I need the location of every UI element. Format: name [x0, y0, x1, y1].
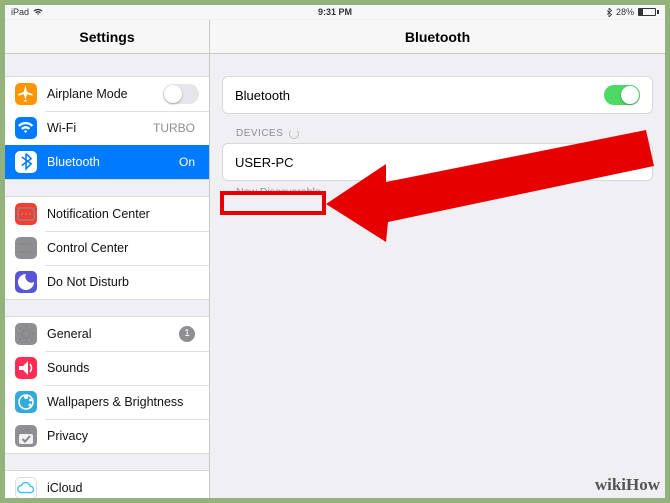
- status-bar: iPad 9:31 PM 28%: [5, 5, 665, 20]
- battery-icon: [638, 8, 659, 16]
- sidebar-item-icloud[interactable]: iCloud: [5, 471, 209, 498]
- sidebar-item-value: TURBO: [153, 121, 195, 135]
- sidebar-item-label: Privacy: [47, 429, 199, 443]
- wallpaper-icon: [15, 391, 37, 413]
- content-pane: Bluetooth DEVICES USER-PC Not Connected …: [210, 54, 665, 498]
- sidebar-item-privacy[interactable]: Privacy: [5, 419, 209, 453]
- devices-card: USER-PC Not Connected i: [222, 143, 653, 181]
- sidebar-item-wifi[interactable]: Wi-FiTURBO: [5, 111, 209, 145]
- content-title: Bluetooth: [210, 20, 665, 53]
- sidebar-item-general[interactable]: General1: [5, 317, 209, 351]
- sidebar-item-label: Wallpapers & Brightness: [47, 395, 199, 409]
- wifi-icon: [33, 8, 43, 16]
- spinner-icon: [289, 129, 299, 139]
- bluetooth-toggle-card: Bluetooth: [222, 76, 653, 114]
- general-icon: [15, 323, 37, 345]
- sidebar-item-notif[interactable]: Notification Center: [5, 197, 209, 231]
- sounds-icon: [15, 357, 37, 379]
- device-status: Not Connected: [538, 155, 618, 169]
- bluetooth-toggle-label: Bluetooth: [235, 88, 604, 103]
- sidebar-item-badge: 1: [179, 326, 195, 342]
- battery-pct: 28%: [616, 7, 634, 17]
- discoverable-text: Now Discoverable: [222, 181, 653, 203]
- sidebar-item-label: Airplane Mode: [47, 87, 163, 101]
- sidebar-item-airplane[interactable]: Airplane Mode: [5, 77, 209, 111]
- sidebar-item-wallpaper[interactable]: Wallpapers & Brightness: [5, 385, 209, 419]
- bluetooth-icon: [15, 151, 37, 173]
- header: Settings Bluetooth: [5, 20, 665, 54]
- sidebar-item-bluetooth[interactable]: BluetoothOn: [5, 145, 209, 179]
- sidebar-item-label: Do Not Disturb: [47, 275, 199, 289]
- dnd-icon: [15, 271, 37, 293]
- privacy-icon: [15, 425, 37, 447]
- sidebar-item-label: iCloud: [47, 481, 199, 495]
- watermark: wikiHow: [595, 475, 660, 495]
- status-time: 9:31 PM: [227, 7, 443, 17]
- sidebar-title: Settings: [5, 20, 210, 53]
- airplane-switch[interactable]: [163, 84, 199, 104]
- sidebar[interactable]: Airplane ModeWi-FiTURBOBluetoothOnNotifi…: [5, 54, 210, 498]
- sidebar-item-label: Sounds: [47, 361, 199, 375]
- sidebar-item-value: On: [179, 155, 195, 169]
- sidebar-item-sounds[interactable]: Sounds: [5, 351, 209, 385]
- bluetooth-toggle-row[interactable]: Bluetooth: [223, 77, 652, 113]
- device-row[interactable]: USER-PC Not Connected i: [223, 144, 652, 180]
- sidebar-item-label: General: [47, 327, 179, 341]
- bluetooth-status-icon: [606, 8, 612, 17]
- notif-icon: [15, 203, 37, 225]
- wifi-icon: [15, 117, 37, 139]
- airplane-icon: [15, 83, 37, 105]
- sidebar-item-label: Control Center: [47, 241, 199, 255]
- control-icon: [15, 237, 37, 259]
- device-frame: iPad 9:31 PM 28% Settings Bluetooth Airp…: [5, 5, 665, 498]
- sidebar-item-label: Notification Center: [47, 207, 199, 221]
- device-name-label: USER-PC: [235, 155, 538, 170]
- devices-header: DEVICES: [222, 114, 653, 143]
- icloud-icon: [15, 477, 37, 498]
- info-icon[interactable]: i: [624, 154, 640, 170]
- sidebar-item-label: Wi-Fi: [47, 121, 153, 135]
- sidebar-item-dnd[interactable]: Do Not Disturb: [5, 265, 209, 299]
- bluetooth-switch[interactable]: [604, 85, 640, 105]
- device-name: iPad: [11, 7, 29, 17]
- sidebar-item-label: Bluetooth: [47, 155, 179, 169]
- sidebar-item-control[interactable]: Control Center: [5, 231, 209, 265]
